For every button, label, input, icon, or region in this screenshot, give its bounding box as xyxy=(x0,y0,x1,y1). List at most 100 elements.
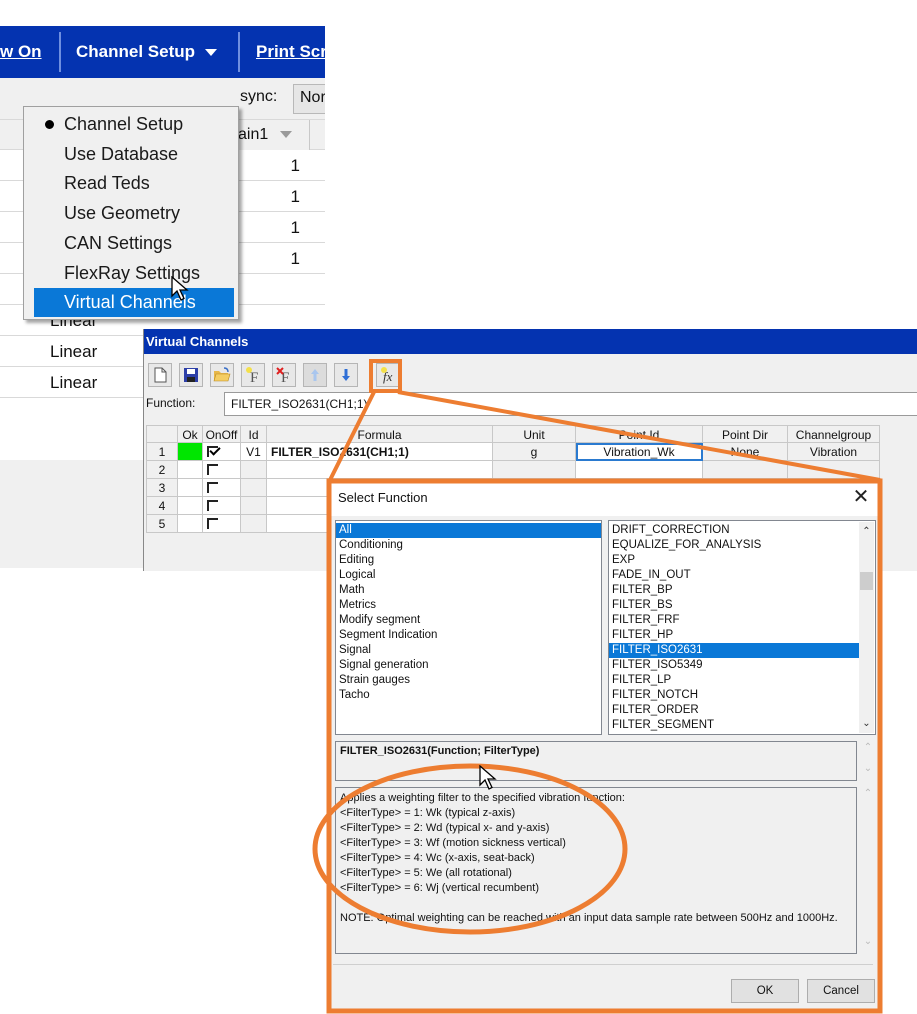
save-button[interactable] xyxy=(179,363,203,387)
menu-item-flexray-settings[interactable]: FlexRay Settings xyxy=(34,259,234,288)
scroll-up-icon[interactable]: ⌃ xyxy=(859,524,874,539)
view-on-link[interactable]: w On xyxy=(0,26,42,78)
ok-button[interactable]: OK xyxy=(731,979,799,1003)
column-header[interactable]: Formula xyxy=(267,425,493,443)
category-item[interactable]: Strain gauges xyxy=(336,673,601,688)
scrollbar-thumb[interactable] xyxy=(860,572,873,590)
checkbox-checked-icon[interactable] xyxy=(207,446,218,458)
onoff-checkbox-cell[interactable] xyxy=(203,443,241,461)
id-cell[interactable] xyxy=(241,479,267,497)
onoff-checkbox-cell[interactable] xyxy=(203,515,241,533)
category-item[interactable]: Logical xyxy=(336,568,601,583)
formula-cell[interactable] xyxy=(267,461,493,479)
category-item[interactable]: Signal generation xyxy=(336,658,601,673)
unit-cell[interactable] xyxy=(493,461,576,479)
unit-cell[interactable]: g xyxy=(493,443,576,461)
function-item[interactable]: FILTER_ISO2631 xyxy=(609,643,859,658)
onoff-checkbox-cell[interactable] xyxy=(203,461,241,479)
function-item[interactable]: EQUALIZE_FOR_ANALYSIS xyxy=(609,538,859,553)
scroll-down-icon[interactable]: ⌄ xyxy=(861,763,875,774)
function-item[interactable]: FILTER_SEGMENT xyxy=(609,718,859,733)
category-listbox[interactable]: All Conditioning Editing Logical Math Metrics… xyxy=(335,520,602,735)
category-item[interactable]: Editing xyxy=(336,553,601,568)
menu-item-use-geometry[interactable]: Use Geometry xyxy=(34,199,234,228)
id-cell[interactable] xyxy=(241,515,267,533)
function-listbox[interactable]: DRIFT_CORRECTION EQUALIZE_FOR_ANALYSIS EXP… xyxy=(608,520,876,735)
cancel-button[interactable]: Cancel xyxy=(807,979,875,1003)
window-title: Virtual Channels xyxy=(144,329,917,354)
move-up-button[interactable] xyxy=(303,363,327,387)
onoff-checkbox-cell[interactable] xyxy=(203,479,241,497)
channelgroup-cell[interactable] xyxy=(788,461,880,479)
function-input[interactable]: FILTER_ISO2631(CH1;1) xyxy=(224,392,917,416)
description-line: <FilterType> = 2: Wd (typical x- and y-a… xyxy=(340,822,550,834)
point-id-cell[interactable] xyxy=(576,461,703,479)
function-item[interactable]: FILTER_LP xyxy=(609,673,859,688)
print-screen-link[interactable]: Print Scr xyxy=(256,26,325,78)
scroll-down-icon[interactable]: ⌄ xyxy=(861,936,875,947)
function-item[interactable]: DRIFT_CORRECTION xyxy=(609,523,859,538)
id-cell[interactable]: V1 xyxy=(241,443,267,461)
column-header[interactable]: Id xyxy=(241,425,267,443)
id-cell[interactable] xyxy=(241,461,267,479)
scroll-up-icon[interactable]: ⌃ xyxy=(861,742,875,753)
add-function-button[interactable]: F xyxy=(241,363,265,387)
menu-item-label: Use Geometry xyxy=(64,203,181,224)
open-button[interactable] xyxy=(210,363,234,387)
function-item[interactable]: EXP xyxy=(609,553,859,568)
checkbox-icon[interactable] xyxy=(207,482,218,494)
scroll-down-icon[interactable]: ⌄ xyxy=(859,716,874,731)
function-wizard-icon: fx xyxy=(381,367,393,384)
channel-setup-menu-button[interactable]: Channel Setup xyxy=(76,26,218,78)
category-item[interactable]: Math xyxy=(336,583,601,598)
checkbox-icon[interactable] xyxy=(207,464,218,476)
channelgroup-cell[interactable]: Vibration xyxy=(788,443,880,461)
function-item[interactable]: FILTER_NOTCH xyxy=(609,688,859,703)
column-header[interactable]: Point Id xyxy=(576,425,703,443)
delete-function-icon: F xyxy=(276,367,289,384)
menu-item-read-teds[interactable]: Read Teds xyxy=(34,169,234,198)
checkbox-icon[interactable] xyxy=(207,518,218,530)
column-header[interactable]: Ok xyxy=(178,425,203,443)
scroll-up-icon[interactable]: ⌃ xyxy=(861,788,875,799)
onoff-checkbox-cell[interactable] xyxy=(203,497,241,515)
function-item[interactable]: FILTER_BP xyxy=(609,583,859,598)
sync-select[interactable]: Nor xyxy=(293,84,325,114)
function-item[interactable]: FILTER_HP xyxy=(609,628,859,643)
formula-cell[interactable]: FILTER_ISO2631(CH1;1) xyxy=(267,443,493,461)
function-item[interactable]: FILTER_FRF xyxy=(609,613,859,628)
column-header[interactable]: OnOff xyxy=(203,425,241,443)
checkbox-icon[interactable] xyxy=(207,500,218,512)
point-dir-cell[interactable] xyxy=(703,461,788,479)
delete-function-button[interactable]: F xyxy=(272,363,296,387)
column-header[interactable] xyxy=(146,425,178,443)
radio-bullet-icon xyxy=(45,120,54,129)
function-item[interactable]: FADE_IN_OUT xyxy=(609,568,859,583)
move-down-button[interactable] xyxy=(334,363,358,387)
category-item[interactable]: Segment Indication xyxy=(336,628,601,643)
category-item[interactable]: Metrics xyxy=(336,598,601,613)
category-item[interactable]: Tacho xyxy=(336,688,601,703)
menu-item-can-settings[interactable]: CAN Settings xyxy=(34,229,234,258)
category-item[interactable]: Modify segment xyxy=(336,613,601,628)
menu-item-use-database[interactable]: Use Database xyxy=(34,140,234,169)
function-item[interactable]: FILTER_ISO5349 xyxy=(609,658,859,673)
column-header[interactable]: Point Dir xyxy=(703,425,788,443)
function-item[interactable]: FILTER_BS xyxy=(609,598,859,613)
menu-item-channel-setup[interactable]: Channel Setup xyxy=(34,110,234,139)
point-id-cell[interactable]: Vibration_Wk xyxy=(576,443,703,461)
column-header[interactable]: Unit xyxy=(493,425,576,443)
function-item[interactable]: FILTER_ORDER xyxy=(609,703,859,718)
function-list-scrollbar[interactable]: ⌃ ⌄ xyxy=(859,522,874,733)
point-dir-cell[interactable]: None xyxy=(703,443,788,461)
description-line: <FilterType> = 3: Wf (motion sickness ve… xyxy=(340,837,566,849)
column-header[interactable]: Channelgroup xyxy=(788,425,880,443)
category-item[interactable]: Signal xyxy=(336,643,601,658)
category-item[interactable]: Conditioning xyxy=(336,538,601,553)
id-cell[interactable] xyxy=(241,497,267,515)
category-item[interactable]: All xyxy=(336,523,601,538)
new-button[interactable] xyxy=(148,363,172,387)
close-icon[interactable]: ✕ xyxy=(850,486,872,508)
select-function-button[interactable]: fx xyxy=(376,363,400,387)
menu-item-virtual-channels[interactable]: Virtual Channels xyxy=(34,288,234,318)
